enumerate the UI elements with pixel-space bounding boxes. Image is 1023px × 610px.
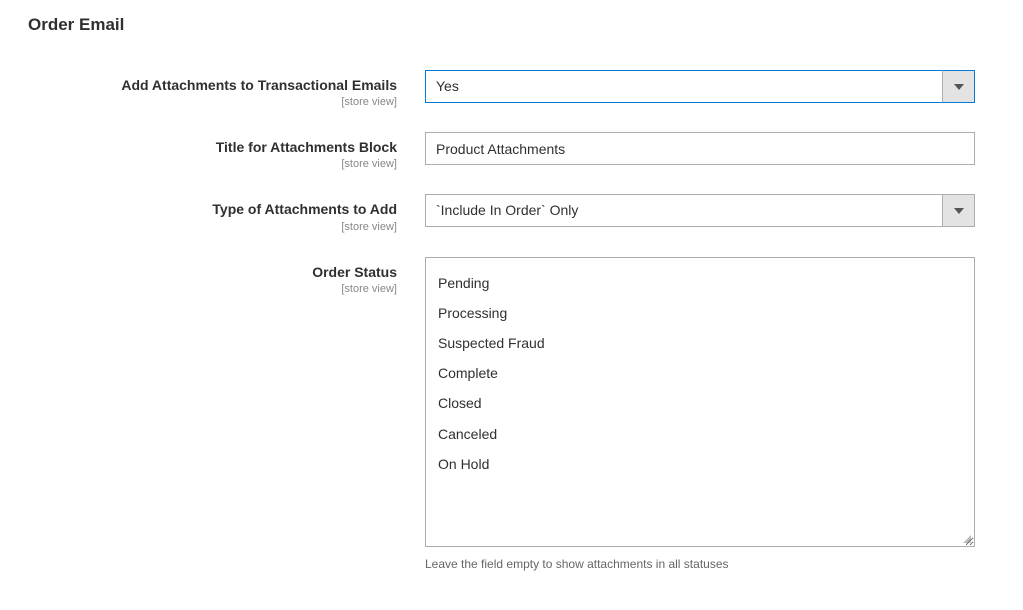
type-attachments-select[interactable]: `Include In Order` Only xyxy=(425,194,975,227)
field-order-status: Order Status [store view] Pending Proces… xyxy=(20,257,1003,571)
status-option[interactable]: Suspected Fraud xyxy=(438,328,962,358)
field-type-attachments: Type of Attachments to Add [store view] … xyxy=(20,194,1003,232)
field-label: Order Status xyxy=(20,263,397,281)
input-column: Pending Processing Suspected Fraud Compl… xyxy=(425,257,975,571)
resize-handle-icon xyxy=(961,533,973,545)
select-value: `Include In Order` Only xyxy=(425,194,942,227)
input-column: `Include In Order` Only xyxy=(425,194,975,227)
field-label: Title for Attachments Block xyxy=(20,138,397,156)
label-column: Add Attachments to Transactional Emails … xyxy=(20,70,425,108)
field-scope: [store view] xyxy=(20,283,397,295)
status-option[interactable]: Complete xyxy=(438,358,962,388)
status-option[interactable]: On Hold xyxy=(438,449,962,479)
input-column: Yes xyxy=(425,70,975,103)
label-column: Title for Attachments Block [store view] xyxy=(20,132,425,170)
dropdown-arrow-icon[interactable] xyxy=(942,194,975,227)
field-scope: [store view] xyxy=(20,221,397,233)
add-attachments-select[interactable]: Yes xyxy=(425,70,975,103)
field-label: Type of Attachments to Add xyxy=(20,200,397,218)
label-column: Type of Attachments to Add [store view] xyxy=(20,194,425,232)
section-title: Order Email xyxy=(20,15,1003,35)
field-title-block: Title for Attachments Block [store view] xyxy=(20,132,1003,170)
title-block-input[interactable] xyxy=(425,132,975,165)
status-option[interactable]: Closed xyxy=(438,388,962,418)
status-option[interactable]: Pending xyxy=(438,268,962,298)
status-option[interactable]: Canceled xyxy=(438,419,962,449)
field-note: Leave the field empty to show attachment… xyxy=(425,557,975,571)
field-scope: [store view] xyxy=(20,96,397,108)
order-status-multiselect[interactable]: Pending Processing Suspected Fraud Compl… xyxy=(425,257,975,547)
status-option[interactable]: Processing xyxy=(438,298,962,328)
label-column: Order Status [store view] xyxy=(20,257,425,295)
field-label: Add Attachments to Transactional Emails xyxy=(20,76,397,94)
input-column xyxy=(425,132,975,165)
dropdown-arrow-icon[interactable] xyxy=(942,70,975,103)
select-value: Yes xyxy=(425,70,942,103)
field-add-attachments: Add Attachments to Transactional Emails … xyxy=(20,70,1003,108)
field-scope: [store view] xyxy=(20,158,397,170)
